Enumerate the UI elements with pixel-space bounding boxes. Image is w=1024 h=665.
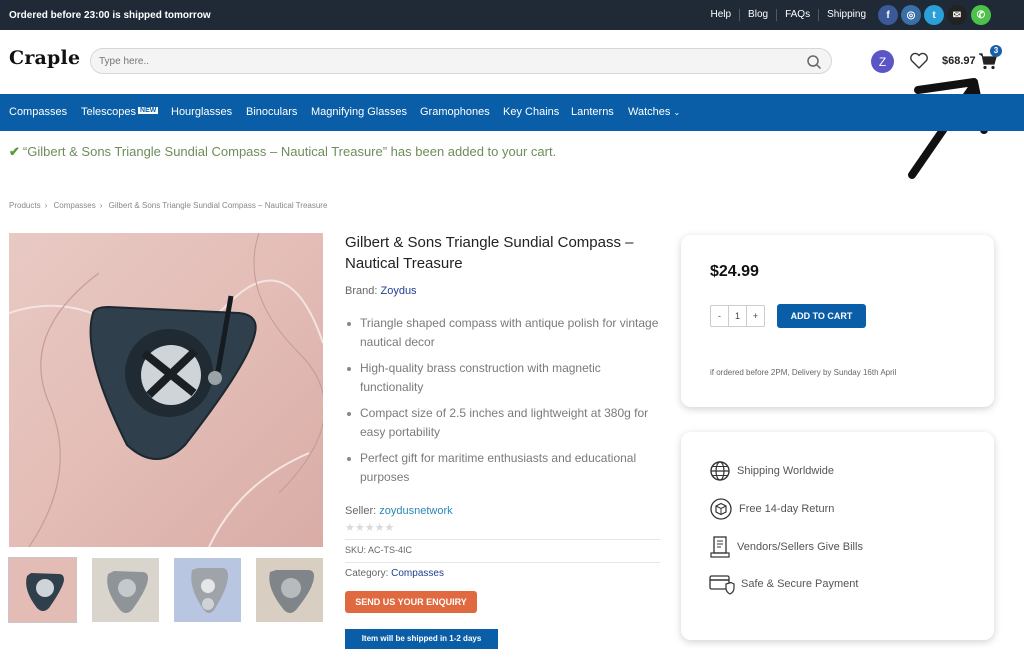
help-link[interactable]: Help <box>702 9 739 21</box>
add-to-cart-button[interactable]: ADD TO CART <box>777 304 866 328</box>
category-label: Category: <box>345 568 389 579</box>
feature-bullets: Triangle shaped compass with antique pol… <box>345 314 665 494</box>
category-link[interactable]: Compasses <box>391 568 444 579</box>
feature-secure-payment: Safe & Secure Payment <box>709 573 858 595</box>
feature-free-return: Free 14-day Return <box>709 497 834 521</box>
breadcrumb-separator: › <box>44 201 48 210</box>
seller-link[interactable]: zoydusnetwork <box>379 505 452 517</box>
list-item: Perfect gift for maritime enthusiasts an… <box>345 449 665 487</box>
blog-link[interactable]: Blog <box>739 9 776 21</box>
buy-box: $24.99 - 1 + ADD TO CART if ordered befo… <box>681 235 994 407</box>
breadcrumb-products[interactable]: Products <box>9 201 41 210</box>
product-thumbnail-2[interactable] <box>92 558 159 622</box>
sku: SKU: AC-TS-4IC <box>345 545 413 555</box>
breadcrumb-current: Gilbert & Sons Triangle Sundial Compass … <box>108 201 328 210</box>
list-item: High-quality brass construction with mag… <box>345 359 665 397</box>
nav-item-magnifying-glasses[interactable]: Magnifying Glasses <box>311 106 407 118</box>
site-logo[interactable]: Craple <box>9 47 80 69</box>
breadcrumb: Products › Compasses › Gilbert & Sons Tria… <box>9 201 331 210</box>
send-enquiry-button[interactable]: SEND US YOUR ENQUIRY <box>345 591 477 613</box>
feature-label: Vendors/Sellers Give Bills <box>737 541 863 553</box>
search-input[interactable] <box>99 53 799 69</box>
seller-label: Seller: <box>345 505 377 517</box>
qty-plus-button[interactable]: + <box>747 306 764 326</box>
seller-line: Seller: zoydusnetwork <box>345 505 453 517</box>
nav-item-key-chains[interactable]: Key Chains <box>503 106 559 118</box>
divider <box>345 562 660 563</box>
faqs-link[interactable]: FAQs <box>776 9 818 21</box>
brand-line: Brand: Zoydus <box>345 285 417 297</box>
quantity-stepper: - 1 + <box>710 305 765 327</box>
secure-card-icon <box>709 575 735 595</box>
product-main-image[interactable] <box>9 233 323 547</box>
nav-item-watches[interactable]: Watches ⌄ <box>628 106 680 118</box>
list-item: Triangle shaped compass with antique pol… <box>345 314 665 352</box>
breadcrumb-separator: › <box>99 201 103 210</box>
twitter-icon[interactable]: t <box>924 5 944 25</box>
product-price: $24.99 <box>710 263 759 280</box>
qty-input[interactable]: 1 <box>728 306 747 326</box>
shipping-time-badge: Item will be shipped in 1-2 days <box>345 629 498 649</box>
shipping-note: Ordered before 23:00 is shipped tomorrow <box>9 10 211 21</box>
notice-text: “Gilbert & Sons Triangle Sundial Compass… <box>22 144 557 159</box>
top-links: Help Blog FAQs Shipping <box>702 9 874 21</box>
facebook-icon[interactable]: f <box>878 5 898 25</box>
category-line: Category: Compasses <box>345 568 444 579</box>
email-icon[interactable]: ✉ <box>947 5 967 25</box>
heart-icon[interactable] <box>909 52 929 70</box>
nav-item-hourglasses[interactable]: Hourglasses <box>171 106 232 118</box>
nav-item-compasses[interactable]: Compasses <box>9 106 67 118</box>
cart-total[interactable]: $68.97 <box>942 55 976 67</box>
divider <box>345 539 660 540</box>
nav-item-label: Telescopes <box>81 106 137 118</box>
feature-shipping-worldwide: Shipping Worldwide <box>709 460 834 482</box>
cart-count-badge: 3 <box>990 45 1002 57</box>
shipping-link[interactable]: Shipping <box>818 9 874 21</box>
cart-added-notice: ✔ “Gilbert & Sons Triangle Sundial Compas… <box>9 144 556 160</box>
brand-label: Brand: <box>345 285 378 297</box>
search-icon[interactable] <box>806 54 822 70</box>
nav-item-gramophones[interactable]: Gramophones <box>420 106 490 118</box>
instagram-icon[interactable]: ◎ <box>901 5 921 25</box>
feature-vendor-bills: Vendors/Sellers Give Bills <box>709 535 863 559</box>
qty-minus-button[interactable]: - <box>711 306 728 326</box>
brand-link[interactable]: Zoydus <box>380 285 416 297</box>
product-thumbnail-4[interactable] <box>256 558 323 622</box>
feature-label: Safe & Secure Payment <box>741 578 859 590</box>
delivery-estimate: if ordered before 2PM, Delivery by Sunda… <box>710 368 897 377</box>
features-box: Shipping Worldwide Free 14-day Return Ve… <box>681 432 994 640</box>
invoice-icon <box>710 536 730 558</box>
nav-item-binoculars[interactable]: Binoculars <box>246 106 297 118</box>
nav-item-label: Watches <box>628 106 671 118</box>
list-item: Compact size of 2.5 inches and lightweig… <box>345 404 665 442</box>
avatar[interactable]: Z <box>871 50 894 73</box>
product-thumbnail-3[interactable] <box>174 558 241 622</box>
product-title: Gilbert & Sons Triangle Sundial Compass … <box>345 234 634 272</box>
search-bar <box>90 48 832 74</box>
breadcrumb-compasses[interactable]: Compasses <box>53 201 95 210</box>
feature-label: Free 14-day Return <box>739 503 835 515</box>
top-bar: Ordered before 23:00 is shipped tomorrow… <box>0 0 1024 30</box>
feature-label: Shipping Worldwide <box>737 465 835 477</box>
return-box-icon <box>710 498 732 520</box>
nav-item-telescopes[interactable]: Telescopes NEW <box>81 106 159 118</box>
rating-stars: ★★★★★ <box>345 522 395 534</box>
product-thumbnail-1[interactable] <box>8 557 77 623</box>
whatsapp-icon[interactable]: ✆ <box>971 5 991 25</box>
chevron-down-icon: ⌄ <box>673 108 681 117</box>
site-header: Craple Z $68.97 3 <box>0 30 1024 94</box>
category-nav: Compasses Telescopes NEW Hourglasses Bino… <box>0 94 1024 131</box>
check-icon: ✔ <box>9 144 20 159</box>
nav-item-lanterns[interactable]: Lanterns <box>571 106 614 118</box>
globe-icon <box>710 461 730 481</box>
new-badge: NEW <box>138 107 159 114</box>
